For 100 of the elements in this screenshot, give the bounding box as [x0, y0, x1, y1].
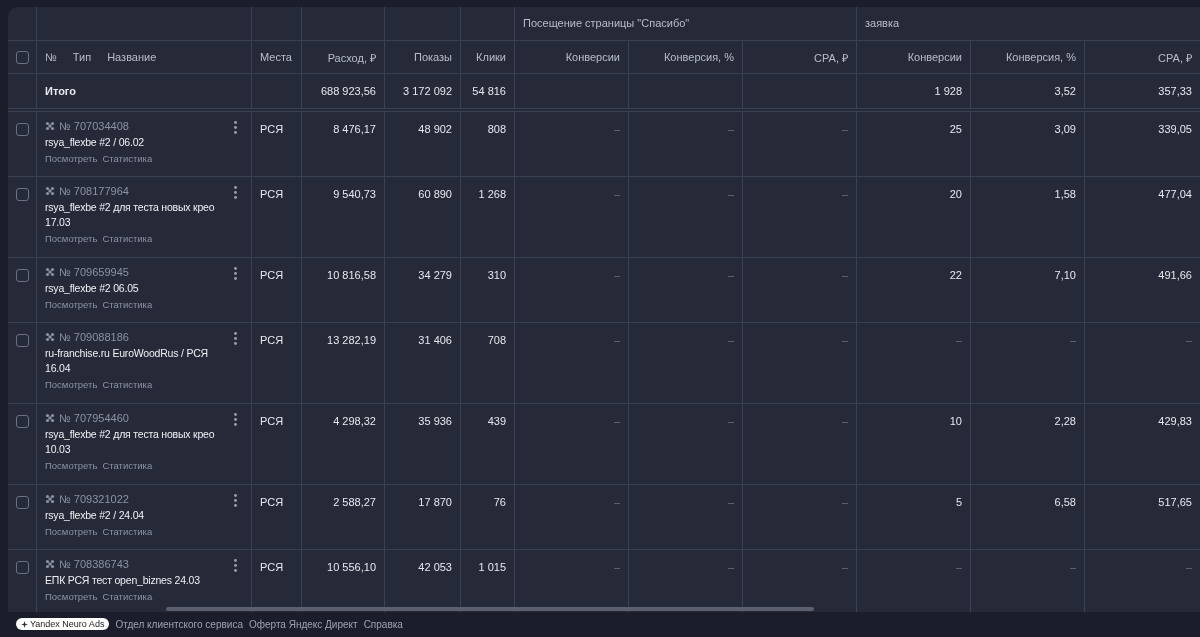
- column-header[interactable]: Конверсия, %: [629, 41, 743, 73]
- checkbox[interactable]: [15, 496, 29, 509]
- sparkle-icon: [21, 620, 28, 628]
- footer-link[interactable]: Справка: [363, 618, 403, 630]
- checkbox[interactable]: [15, 269, 29, 282]
- campaign-number: № 707034408: [59, 120, 129, 132]
- table-cell: РСЯ: [252, 177, 302, 257]
- campaign-number: № 708177964: [59, 185, 129, 197]
- campaign-icon: [45, 332, 55, 342]
- campaign-name: rsya_flexbe #2 для теста новых крео 10.03: [45, 427, 216, 457]
- footer-link[interactable]: Отдел клиентского сервиса: [115, 618, 243, 630]
- table-cell: –: [971, 550, 1085, 612]
- table-cell: –: [515, 404, 629, 484]
- campaign-name: rsya_flexbe #2 / 06.02: [45, 135, 145, 150]
- campaign-link[interactable]: Посмотреть: [45, 379, 98, 390]
- table-cell: РСЯ: [252, 112, 302, 176]
- table-cell: –: [971, 323, 1085, 403]
- table-cell: 439: [461, 404, 515, 484]
- campaign-icon: [45, 121, 55, 131]
- table-cell: 13 282,19: [302, 323, 385, 403]
- table-cell-text: 429,83: [1157, 414, 1193, 429]
- more-icon[interactable]: [234, 332, 237, 345]
- campaign-link[interactable]: Посмотреть: [45, 460, 98, 471]
- product-badge[interactable]: Yandex Neuro Ads: [16, 618, 110, 630]
- table-cell: 2,28: [971, 404, 1085, 484]
- campaign-link[interactable]: Посмотреть: [45, 299, 98, 310]
- column-header[interactable]: Места: [252, 41, 302, 73]
- campaign-number: № 709321022: [59, 493, 129, 505]
- campaign-icon: [45, 494, 55, 504]
- campaign-link[interactable]: Статистика: [102, 299, 153, 310]
- campaign-number: № 709659945: [59, 266, 129, 278]
- table-cell: 1 268: [461, 177, 515, 257]
- table-cell: –: [629, 323, 743, 403]
- campaign-number: № 709088186: [59, 331, 129, 343]
- campaign-link[interactable]: Статистика: [102, 233, 153, 244]
- campaign-link[interactable]: Статистика: [102, 153, 153, 164]
- table-cell: 60 890: [385, 177, 461, 257]
- checkbox[interactable]: [15, 561, 29, 574]
- column-header[interactable]: Конверсия, %: [971, 41, 1085, 73]
- table-cell: 3,09: [971, 112, 1085, 176]
- table-cell: РСЯ: [252, 485, 302, 549]
- table-cell: 35 936: [385, 404, 461, 484]
- campaign-number: № 708386743: [59, 558, 129, 570]
- column-header[interactable]: Расход, ₽: [302, 41, 385, 73]
- column-header[interactable]: Клики: [461, 41, 515, 73]
- table-cell: РСЯ: [252, 404, 302, 484]
- campaign-link[interactable]: Статистика: [102, 591, 153, 602]
- table-cell: –: [743, 404, 857, 484]
- table-cell: –: [515, 485, 629, 549]
- table-cell: 310: [461, 258, 515, 322]
- campaign-link[interactable]: Статистика: [102, 526, 153, 537]
- table-cell: 7,10: [971, 258, 1085, 322]
- more-icon[interactable]: [234, 121, 237, 134]
- table-cell: 1,58: [971, 177, 1085, 257]
- checkbox[interactable]: [15, 334, 29, 347]
- table-cell: 5: [857, 485, 971, 549]
- table-cell-text: 339,05: [1157, 122, 1193, 137]
- table-cell: –: [515, 258, 629, 322]
- table-cell: –: [515, 323, 629, 403]
- table-cell: 10 816,58: [302, 258, 385, 322]
- table-cell: 22: [857, 258, 971, 322]
- total-cell: 54 816: [461, 74, 515, 108]
- table-cell: –: [857, 550, 971, 612]
- table-cell: 31 406: [385, 323, 461, 403]
- campaign-name: rsya_flexbe #2 06.05: [45, 281, 140, 296]
- checkbox[interactable]: [15, 51, 29, 64]
- checkbox[interactable]: [15, 123, 29, 136]
- column-header[interactable]: Конверсии: [857, 41, 971, 73]
- column-header[interactable]: CPA, ₽: [1085, 41, 1200, 73]
- more-icon[interactable]: [234, 186, 237, 199]
- table-cell: –: [515, 177, 629, 257]
- column-header[interactable]: Тип: [72, 51, 92, 63]
- campaign-name: ru-franchise.ru EuroWoodRus / РСЯ 16.04: [45, 346, 209, 376]
- column-header[interactable]: №: [45, 51, 57, 63]
- column-header[interactable]: Конверсии: [515, 41, 629, 73]
- table-cell: –: [629, 177, 743, 257]
- column-header[interactable]: Показы: [385, 41, 461, 73]
- campaign-link[interactable]: Статистика: [102, 379, 153, 390]
- table-cell: РСЯ: [252, 258, 302, 322]
- more-icon[interactable]: [234, 559, 237, 572]
- campaign-icon: [45, 186, 55, 196]
- table-cell: –: [629, 404, 743, 484]
- more-icon[interactable]: [234, 413, 237, 426]
- footer-link[interactable]: Оферта Яндекс Директ: [248, 618, 358, 630]
- table-cell: –: [629, 258, 743, 322]
- campaign-link[interactable]: Статистика: [102, 460, 153, 471]
- more-icon[interactable]: [234, 267, 237, 280]
- campaign-name: ЕПК РСЯ тест open_biznes 24.03: [45, 573, 201, 588]
- campaign-icon: [45, 267, 55, 277]
- campaign-link[interactable]: Посмотреть: [45, 153, 98, 164]
- table-cell: 6,58: [971, 485, 1085, 549]
- checkbox[interactable]: [15, 415, 29, 428]
- more-icon[interactable]: [234, 494, 237, 507]
- column-header[interactable]: CPA, ₽: [743, 41, 857, 73]
- campaign-link[interactable]: Посмотреть: [45, 591, 98, 602]
- checkbox[interactable]: [15, 188, 29, 201]
- column-header[interactable]: Название: [107, 51, 157, 63]
- campaign-link[interactable]: Посмотреть: [45, 526, 98, 537]
- campaign-link[interactable]: Посмотреть: [45, 233, 98, 244]
- table-cell: 9 540,73: [302, 177, 385, 257]
